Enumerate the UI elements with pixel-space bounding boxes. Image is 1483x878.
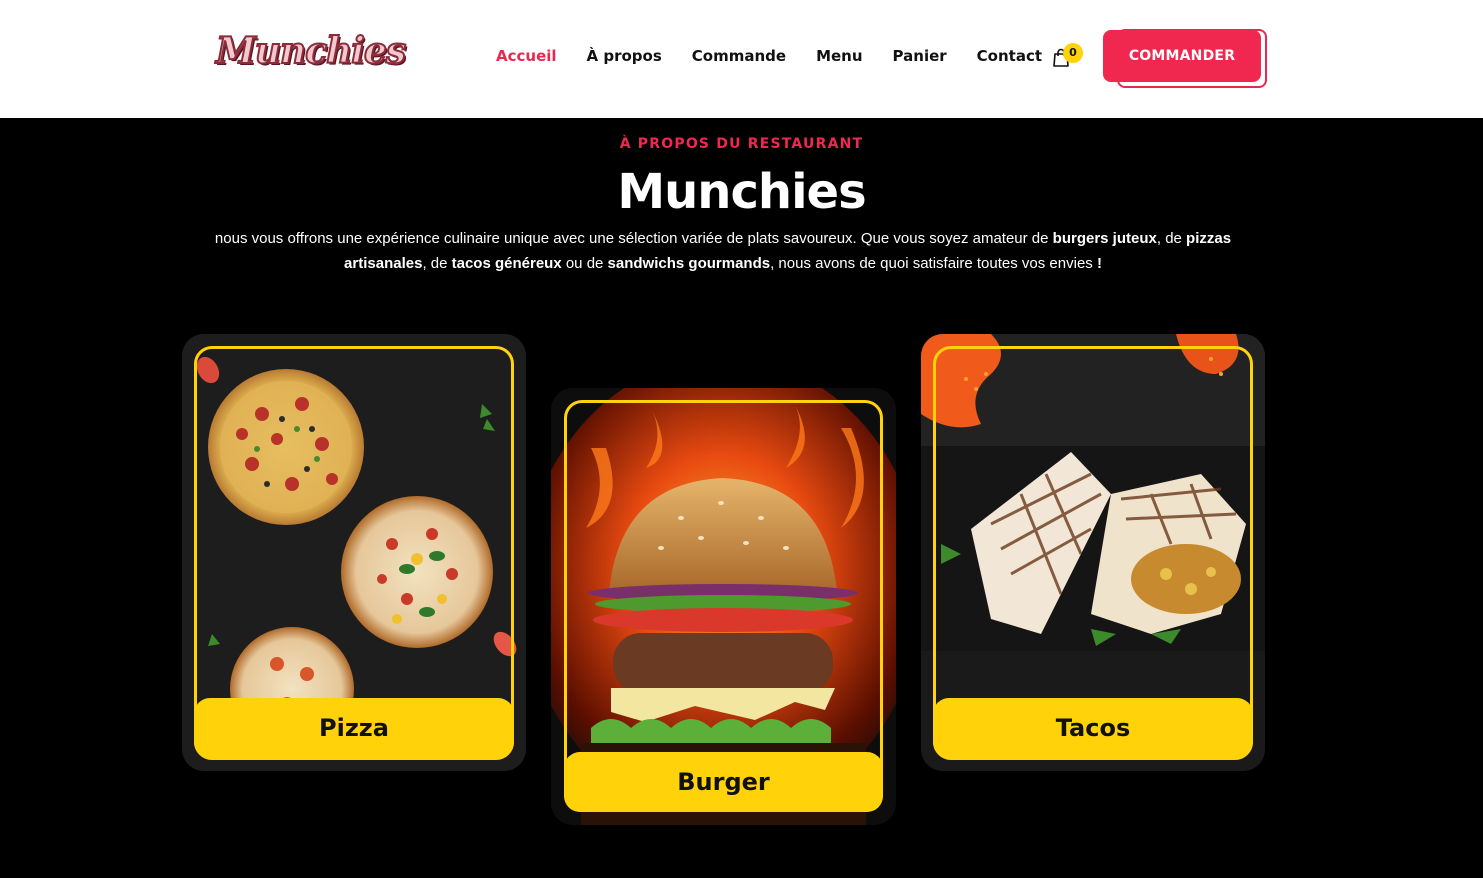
section-eyebrow: À PROPOS DU RESTAURANT [619, 136, 864, 152]
section-title: Munchies [617, 164, 866, 220]
card-label-pizza: Pizza [194, 698, 514, 758]
nav-item-contact[interactable]: Contact [977, 47, 1042, 65]
section-description: nous vous offrons une expérience culinai… [214, 230, 1232, 272]
nav-item-panier[interactable]: Panier [893, 47, 947, 65]
order-button-wrap: COMMANDER [1103, 29, 1267, 88]
card-label-burger: Burger [564, 752, 883, 812]
category-card-tacos[interactable]: Tacos [921, 334, 1265, 771]
nav-item-accueil[interactable]: Accueil [496, 47, 557, 65]
site-header: Munchies Accueil À propos Commande Menu … [0, 0, 1483, 118]
category-card-pizza[interactable]: Pizza [182, 334, 526, 771]
nav-item-commande[interactable]: Commande [692, 47, 786, 65]
main-nav: Accueil À propos Commande Menu Panier Co… [496, 47, 1072, 65]
order-button[interactable]: COMMANDER [1103, 30, 1261, 82]
site-logo[interactable]: Munchies [215, 29, 407, 73]
nav-item-a-propos[interactable]: À propos [587, 47, 662, 65]
card-frame [564, 400, 883, 812]
category-card-burger[interactable]: Burger [551, 388, 896, 825]
cart-count-badge: 0 [1063, 43, 1083, 63]
nav-item-menu[interactable]: Menu [816, 47, 862, 65]
card-label-tacos: Tacos [933, 698, 1253, 758]
